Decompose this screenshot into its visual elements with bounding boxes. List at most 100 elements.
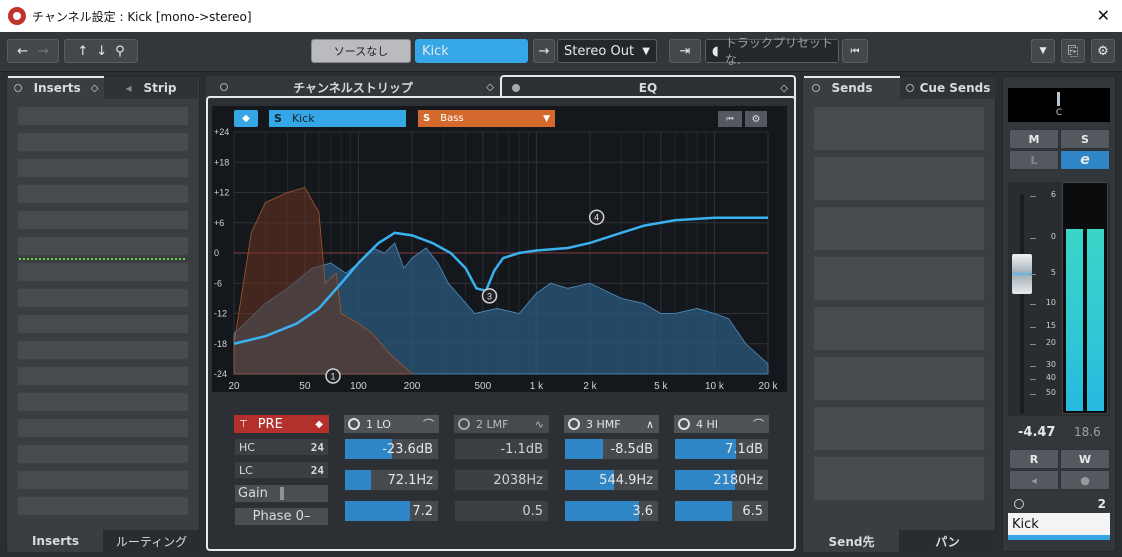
level-value[interactable]: -4.47 bbox=[1018, 425, 1055, 440]
tab-routing-bottom[interactable]: ルーティング bbox=[103, 530, 200, 552]
band-q-field[interactable]: 3.6 bbox=[564, 500, 659, 522]
dropdown-icon[interactable]: ▼ bbox=[1031, 39, 1055, 63]
insert-slot[interactable] bbox=[17, 340, 189, 360]
eq-preset-field[interactable]: S Kick bbox=[269, 110, 406, 127]
insert-slot[interactable] bbox=[17, 262, 189, 282]
insert-slot[interactable] bbox=[17, 184, 189, 204]
monitor-speaker-icon[interactable]: ◂ bbox=[1009, 470, 1059, 490]
write-button[interactable]: W bbox=[1060, 449, 1110, 469]
band-power-icon[interactable] bbox=[568, 418, 580, 430]
peak-filter-icon[interactable]: ∿ bbox=[535, 418, 544, 431]
insert-slot[interactable] bbox=[17, 132, 189, 152]
eq-bypass-icon[interactable]: ◆ bbox=[234, 110, 258, 127]
volume-fader-handle[interactable] bbox=[1012, 254, 1032, 294]
gain-slider[interactable]: Gain bbox=[234, 484, 329, 503]
band-header[interactable]: 3 HMF ∧ bbox=[564, 415, 659, 433]
band-q-field[interactable]: 7.2 bbox=[344, 500, 439, 522]
output-select[interactable]: Stereo Out ▼ bbox=[557, 39, 657, 63]
insert-slot[interactable] bbox=[17, 366, 189, 386]
send-slot[interactable] bbox=[813, 456, 985, 501]
pre-header[interactable]: ⊤ PRE ◆ bbox=[234, 415, 329, 433]
band-gain-field[interactable]: -8.5dB bbox=[564, 438, 659, 460]
channel-radio-icon[interactable] bbox=[1014, 499, 1024, 509]
send-slot[interactable] bbox=[813, 356, 985, 401]
listen-button[interactable]: L bbox=[1009, 150, 1059, 170]
up-arrow-icon[interactable]: ↑ bbox=[77, 44, 88, 59]
insert-slot[interactable] bbox=[17, 106, 189, 126]
band-q-field[interactable]: 0.5 bbox=[454, 500, 549, 522]
pan-display[interactable]: C bbox=[1008, 88, 1110, 122]
insert-slot[interactable] bbox=[17, 158, 189, 178]
eq-type-select[interactable]: S Bass ▼ bbox=[418, 110, 555, 127]
insert-slot[interactable] bbox=[17, 314, 189, 334]
insert-slot[interactable] bbox=[17, 470, 189, 490]
send-slot[interactable] bbox=[813, 306, 985, 351]
low-shelf-icon[interactable]: ⌒ bbox=[423, 416, 434, 432]
band-q-field[interactable]: 6.5 bbox=[674, 500, 769, 522]
send-slot[interactable] bbox=[813, 406, 985, 451]
tab-strip[interactable]: ◂ Strip bbox=[104, 77, 198, 99]
send-slot[interactable] bbox=[813, 156, 985, 201]
search-icon[interactable]: ⚲ bbox=[115, 44, 125, 59]
tab-channel-strip[interactable]: チャンネルストリップ ◇ bbox=[206, 76, 500, 98]
down-arrow-icon[interactable]: ↓ bbox=[96, 44, 107, 59]
send-slot[interactable] bbox=[813, 256, 985, 301]
band-power-icon[interactable] bbox=[678, 418, 690, 430]
eq-type-label: Bass bbox=[440, 113, 464, 124]
forward-arrow-icon[interactable]: → bbox=[38, 44, 49, 59]
band-header[interactable]: 2 LMF ∿ bbox=[454, 415, 549, 433]
eq-reset-icon[interactable]: ⏮ bbox=[718, 111, 742, 127]
channel-name-label[interactable]: Kick bbox=[1008, 513, 1110, 535]
band-gain-field[interactable]: -23.6dB bbox=[344, 438, 439, 460]
tab-cue-sends[interactable]: Cue Sends bbox=[900, 77, 996, 99]
close-icon[interactable]: ✕ bbox=[1097, 6, 1110, 25]
insert-slot[interactable] bbox=[17, 496, 189, 516]
track-preset-field[interactable]: ◖ トラックプリセットな. bbox=[705, 36, 839, 67]
eq-curve-display[interactable]: 20 50 100 200 500 1 k 2 k 5 k 10 k 20 k +24 +18 +12 +… bbox=[212, 106, 787, 392]
input-output-toggle-icon[interactable]: ⇥ bbox=[669, 39, 701, 63]
export-icon[interactable]: ⎘ bbox=[1061, 39, 1085, 63]
solo-button[interactable]: S bbox=[1060, 129, 1110, 149]
send-slot[interactable] bbox=[813, 106, 985, 151]
band-header[interactable]: 4 HI ⌒ bbox=[674, 415, 769, 433]
band-freq-field[interactable]: 2180Hz bbox=[674, 469, 769, 491]
hc-control[interactable]: HC 24 bbox=[234, 438, 329, 456]
tab-send-destination[interactable]: Send先 bbox=[804, 530, 899, 552]
mute-button[interactable]: M bbox=[1009, 129, 1059, 149]
insert-slot[interactable] bbox=[17, 210, 189, 230]
record-dot-icon[interactable]: ● bbox=[1060, 470, 1110, 490]
band-power-icon[interactable] bbox=[348, 418, 360, 430]
tab-inserts-bottom[interactable]: Inserts bbox=[8, 530, 103, 552]
band-power-icon[interactable] bbox=[458, 418, 470, 430]
peak-value[interactable]: 18.6 bbox=[1074, 425, 1101, 439]
band-header[interactable]: 1 LO ⌒ bbox=[344, 415, 439, 433]
band-gain-field[interactable]: 7.1dB bbox=[674, 438, 769, 460]
band-gain-field[interactable]: -1.1dB bbox=[454, 438, 549, 460]
gear-icon[interactable]: ⚙ bbox=[1091, 39, 1115, 63]
skip-back-icon[interactable]: ⏮ bbox=[842, 39, 868, 63]
edit-button[interactable]: e bbox=[1060, 150, 1110, 170]
tab-pan[interactable]: パン bbox=[899, 530, 996, 552]
tab-inserts[interactable]: Inserts ◇ bbox=[8, 76, 104, 98]
insert-slot[interactable] bbox=[17, 236, 189, 256]
gain-handle[interactable] bbox=[280, 487, 284, 500]
send-slot[interactable] bbox=[813, 206, 985, 251]
insert-slot[interactable] bbox=[17, 288, 189, 308]
insert-slot[interactable] bbox=[17, 444, 189, 464]
eq-graph[interactable]: 20 50 100 200 500 1 k 2 k 5 k 10 k 20 k +24 +18 +12 +… bbox=[212, 106, 787, 392]
band-freq-field[interactable]: 72.1Hz bbox=[344, 469, 439, 491]
back-arrow-icon[interactable]: ← bbox=[17, 44, 28, 59]
band-freq-field[interactable]: 544.9Hz bbox=[564, 469, 659, 491]
insert-slot[interactable] bbox=[17, 418, 189, 438]
eq-settings-gear-icon[interactable]: ⚙ bbox=[745, 111, 767, 127]
read-button[interactable]: R bbox=[1009, 449, 1059, 469]
source-button[interactable]: ソースなし bbox=[311, 39, 411, 63]
band-freq-field[interactable]: 2038Hz bbox=[454, 469, 549, 491]
peak-filter-icon[interactable]: ∧ bbox=[646, 418, 654, 431]
tab-sends[interactable]: Sends bbox=[804, 76, 900, 98]
channel-name-field[interactable]: Kick bbox=[415, 39, 528, 63]
insert-slot[interactable] bbox=[17, 392, 189, 412]
high-shelf-icon[interactable]: ⌒ bbox=[753, 416, 764, 432]
lc-control[interactable]: LC 24 bbox=[234, 461, 329, 479]
phase-button[interactable]: Phase 0– bbox=[234, 507, 329, 526]
